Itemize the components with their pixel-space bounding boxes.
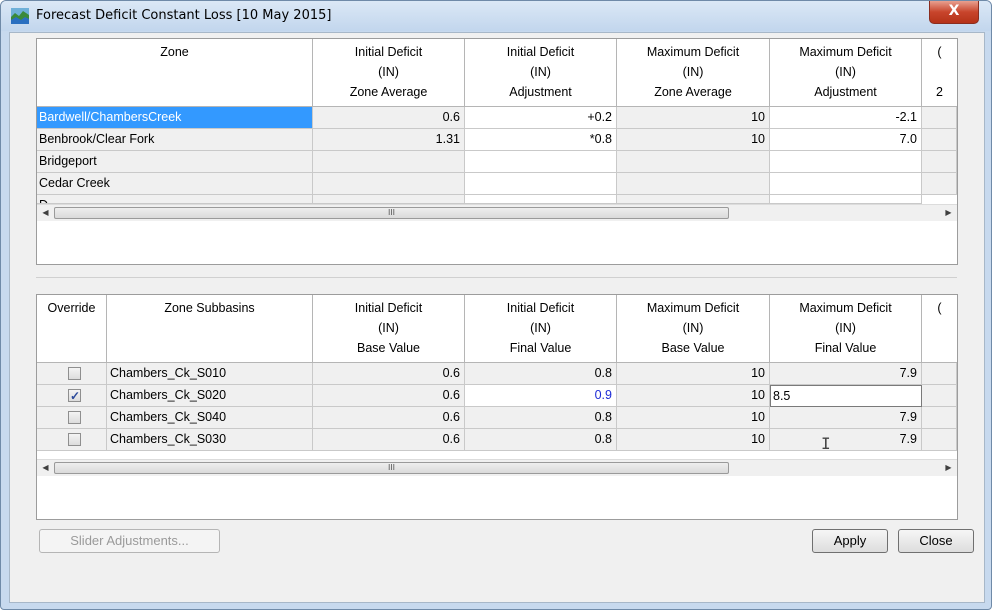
truncated-cell [922,129,957,151]
override-cell [37,385,107,407]
close-button[interactable]: Close [898,529,974,553]
zone-name-cell[interactable]: Bardwell/ChambersCreek [37,107,313,129]
zone-table-vertical-scrollbar[interactable]: ▲ ≡ ▼ [957,107,958,204]
maximum-deficit-adjustment-header[interactable]: Maximum Deficit (IN) Adjustment [770,39,922,107]
initial-deficit-adjustment-cell[interactable] [465,151,617,173]
scroll-left-arrow-icon[interactable]: ◀ [37,208,54,217]
initial-deficit-final-value-cell[interactable]: 0.8 [465,407,617,429]
zone-subbasins-table: Override Zone Subbasins Initial Deficit … [36,294,958,520]
truncated-cell [922,151,957,173]
maximum-deficit-base-value-header[interactable]: Maximum Deficit (IN) Base Value [617,295,770,363]
maximum-deficit-adjustment-cell[interactable]: 7.0 [770,129,922,151]
initial-deficit-base-value-cell: 0.6 [313,385,465,407]
maximum-deficit-zone-average-cell [617,151,770,173]
initial-deficit-base-value-header[interactable]: Initial Deficit (IN) Base Value [313,295,465,363]
horizontal-scroll-thumb[interactable]: III [54,207,729,219]
truncated-cell [922,173,957,195]
dialog-content: Zone Initial Deficit (IN) Zone Average I… [9,32,985,603]
subbasin-table-horizontal-scrollbar[interactable]: ◀ III ▶ [37,459,957,476]
truncated-cell [922,363,957,385]
override-checkbox[interactable] [68,411,81,424]
zone-name-cell[interactable]: Bridgeport [37,151,313,173]
initial-deficit-adjustment-cell[interactable] [465,195,617,204]
maximum-deficit-zone-average-cell: 10 [617,107,770,129]
zone-table-horizontal-scrollbar[interactable]: ◀ III ▶ [37,204,957,221]
truncated-cell [922,429,957,451]
initial-deficit-final-value-cell[interactable]: 0.8 [465,429,617,451]
maximum-deficit-zone-average-cell [617,173,770,195]
override-checkbox[interactable] [68,433,81,446]
zone-column-header[interactable]: Zone [37,39,313,107]
initial-deficit-final-value-cell[interactable]: 0.8 [465,363,617,385]
maximum-deficit-final-value-header[interactable]: Maximum Deficit (IN) Final Value [770,295,922,363]
split-pane-divider[interactable] [36,277,957,278]
window-title: Forecast Deficit Constant Loss [10 May 2… [36,8,332,23]
initial-deficit-final-value-header[interactable]: Initial Deficit (IN) Final Value [465,295,617,363]
override-column-header[interactable]: Override [37,295,107,363]
subbasin-name-cell: Chambers_Ck_S030 [107,429,313,451]
zone-name-cell[interactable]: D... [37,195,313,204]
initial-deficit-adjustment-cell[interactable] [465,173,617,195]
zone-name-cell[interactable]: Cedar Creek [37,173,313,195]
initial-deficit-zone-average-cell: 0.6 [313,107,465,129]
truncated-cell [922,107,957,129]
initial-deficit-base-value-cell: 0.6 [313,363,465,385]
initial-deficit-adjustment-header[interactable]: Initial Deficit (IN) Adjustment [465,39,617,107]
forecast-deficit-dialog: Forecast Deficit Constant Loss [10 May 2… [0,0,992,610]
apply-button[interactable]: Apply [812,529,888,553]
maximum-deficit-adjustment-cell[interactable] [770,195,922,204]
maximum-deficit-zone-average-header[interactable]: Maximum Deficit (IN) Zone Average [617,39,770,107]
initial-deficit-zone-average-cell [313,195,465,204]
maximum-deficit-zone-average-cell: 10 [617,129,770,151]
maximum-deficit-final-value-cell[interactable]: 7.9 [770,363,922,385]
truncated-cell [922,385,957,407]
subbasin-name-cell: Chambers_Ck_S040 [107,407,313,429]
zone-subbasins-column-header[interactable]: Zone Subbasins [107,295,313,363]
initial-deficit-final-value-cell[interactable]: 0.9 [465,385,617,407]
initial-deficit-zone-average-header[interactable]: Initial Deficit (IN) Zone Average [313,39,465,107]
maximum-deficit-base-value-cell: 10 [617,385,770,407]
scroll-right-arrow-icon[interactable]: ▶ [940,463,957,472]
zone-table: Zone Initial Deficit (IN) Zone Average I… [36,38,958,265]
override-cell [37,407,107,429]
initial-deficit-base-value-cell: 0.6 [313,429,465,451]
initial-deficit-adjustment-cell[interactable]: *0.8 [465,129,617,151]
initial-deficit-zone-average-cell: 1.31 [313,129,465,151]
truncated-cell [922,407,957,429]
maximum-deficit-adjustment-cell[interactable]: -2.1 [770,107,922,129]
initial-deficit-adjustment-cell[interactable]: +0.2 [465,107,617,129]
maximum-deficit-adjustment-cell[interactable] [770,173,922,195]
maximum-deficit-final-value-cell[interactable]: 7.9 [770,429,922,451]
maximum-deficit-zone-average-cell [617,195,770,204]
maximum-deficit-final-value-cell[interactable]: 7.9 [770,407,922,429]
initial-deficit-base-value-cell: 0.6 [313,407,465,429]
override-cell [37,363,107,385]
maximum-deficit-final-value-editor[interactable]: 8.5 [770,385,922,407]
maximum-deficit-base-value-cell: 10 [617,363,770,385]
override-checkbox[interactable] [68,367,81,380]
scroll-right-arrow-icon[interactable]: ▶ [940,208,957,217]
scroll-left-arrow-icon[interactable]: ◀ [37,463,54,472]
text-cursor-icon: I [821,434,831,453]
title-bar: Forecast Deficit Constant Loss [10 May 2… [1,1,991,31]
window-close-button[interactable]: X [929,1,979,24]
override-cell [37,429,107,451]
initial-deficit-zone-average-cell [313,173,465,195]
subbasin-name-cell: Chambers_Ck_S020 [107,385,313,407]
maximum-deficit-base-value-cell: 10 [617,429,770,451]
app-icon [11,8,29,24]
horizontal-scroll-thumb[interactable]: III [54,462,729,474]
maximum-deficit-base-value-cell: 10 [617,407,770,429]
subbasin-name-cell: Chambers_Ck_S010 [107,363,313,385]
override-checkbox-checked[interactable] [68,386,81,406]
subbasin-table-vertical-scrollbar[interactable]: ▲ ≡ ▼ [957,363,958,459]
zone-name-cell[interactable]: Benbrook/Clear Fork [37,129,313,151]
truncated-column-header[interactable]: ( [922,295,957,363]
maximum-deficit-adjustment-cell[interactable] [770,151,922,173]
initial-deficit-zone-average-cell [313,151,465,173]
truncated-column-header[interactable]: ( 2 [922,39,957,107]
slider-adjustments-button[interactable]: Slider Adjustments... [39,529,220,553]
